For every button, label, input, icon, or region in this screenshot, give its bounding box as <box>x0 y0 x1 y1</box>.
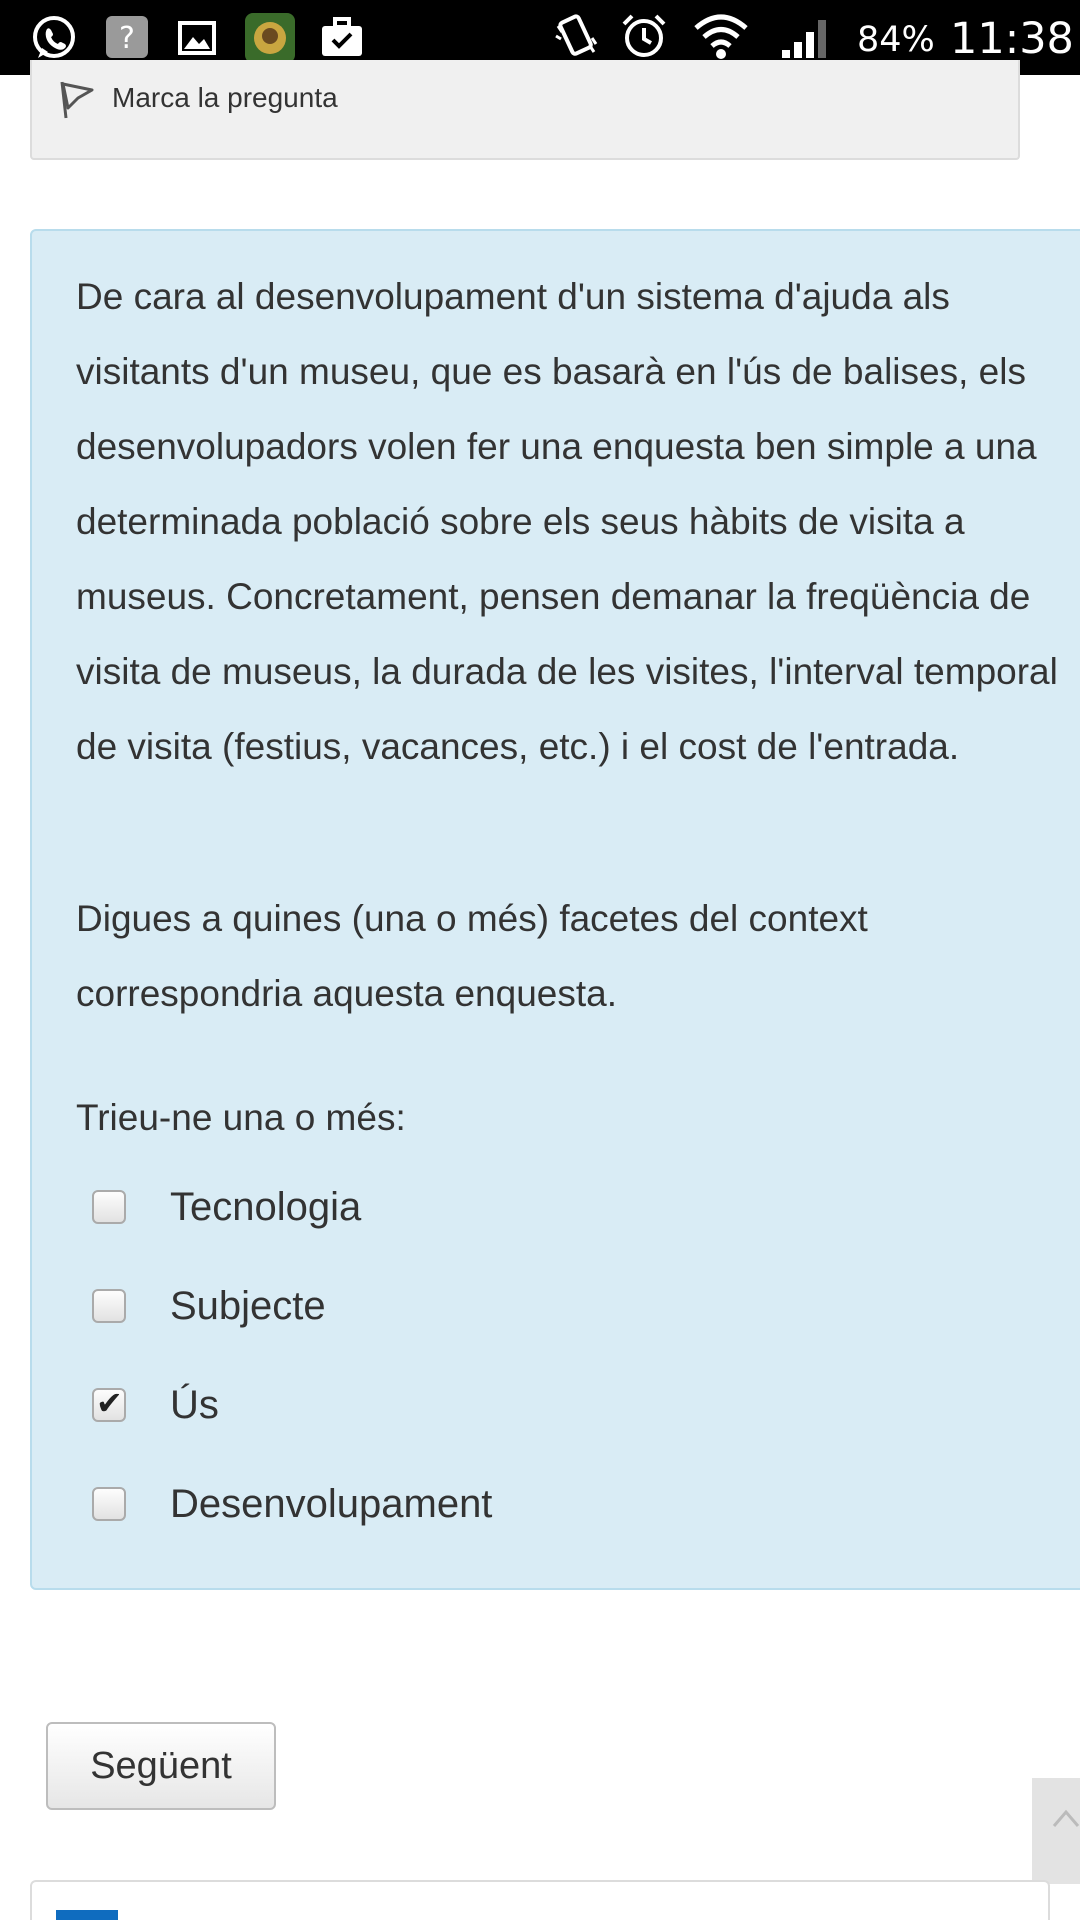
navigation-block <box>30 1880 1050 1920</box>
chevron-up-icon <box>1052 1809 1080 1827</box>
checkmark-icon: ✔ <box>96 1384 123 1422</box>
option-subjecte[interactable]: Subjecte <box>92 1276 326 1336</box>
clock: 11:38 <box>950 14 1074 64</box>
scroll-to-top-button[interactable] <box>1032 1778 1080 1884</box>
briefcase-check-icon <box>322 17 362 56</box>
flag-icon[interactable] <box>58 78 98 122</box>
question-box: De cara al desenvolupament d'un sistema … <box>30 229 1080 1590</box>
flag-question-box[interactable]: Marca la pregunta <box>30 60 1020 160</box>
svg-text:?: ? <box>119 21 135 56</box>
signal-icon <box>782 20 826 58</box>
checkbox-subjecte[interactable] <box>92 1289 126 1323</box>
option-label[interactable]: Subjecte <box>170 1284 326 1329</box>
next-button[interactable]: Següent <box>46 1722 276 1810</box>
whatsapp-icon <box>33 16 75 58</box>
option-tecnologia[interactable]: Tecnologia <box>92 1177 361 1237</box>
gallery-icon <box>178 21 216 55</box>
option-label[interactable]: Desenvolupament <box>170 1482 492 1527</box>
checkbox-desenvolupament[interactable] <box>92 1487 126 1521</box>
option-us[interactable]: ✔ Ús <box>92 1375 219 1435</box>
game-icon <box>245 13 295 63</box>
option-label[interactable]: Ús <box>170 1383 219 1428</box>
battery-level: 84% <box>857 20 935 60</box>
checkbox-tecnologia[interactable] <box>92 1190 126 1224</box>
option-label[interactable]: Tecnologia <box>170 1185 361 1230</box>
unknown-app-icon: ? <box>106 16 148 58</box>
question-prompt: Digues a quines (una o més) facetes del … <box>76 898 868 1014</box>
checkbox-us[interactable]: ✔ <box>92 1384 126 1422</box>
vibrate-icon <box>555 14 598 56</box>
wifi-icon <box>694 14 748 59</box>
question-text: De cara al desenvolupament d'un sistema … <box>76 276 1058 767</box>
alarm-icon <box>622 14 666 57</box>
block-header-accent <box>56 1910 118 1920</box>
choose-label: Trieu-ne una o més: <box>76 1097 406 1138</box>
option-desenvolupament[interactable]: Desenvolupament <box>92 1474 492 1534</box>
flag-question-label[interactable]: Marca la pregunta <box>112 82 338 114</box>
